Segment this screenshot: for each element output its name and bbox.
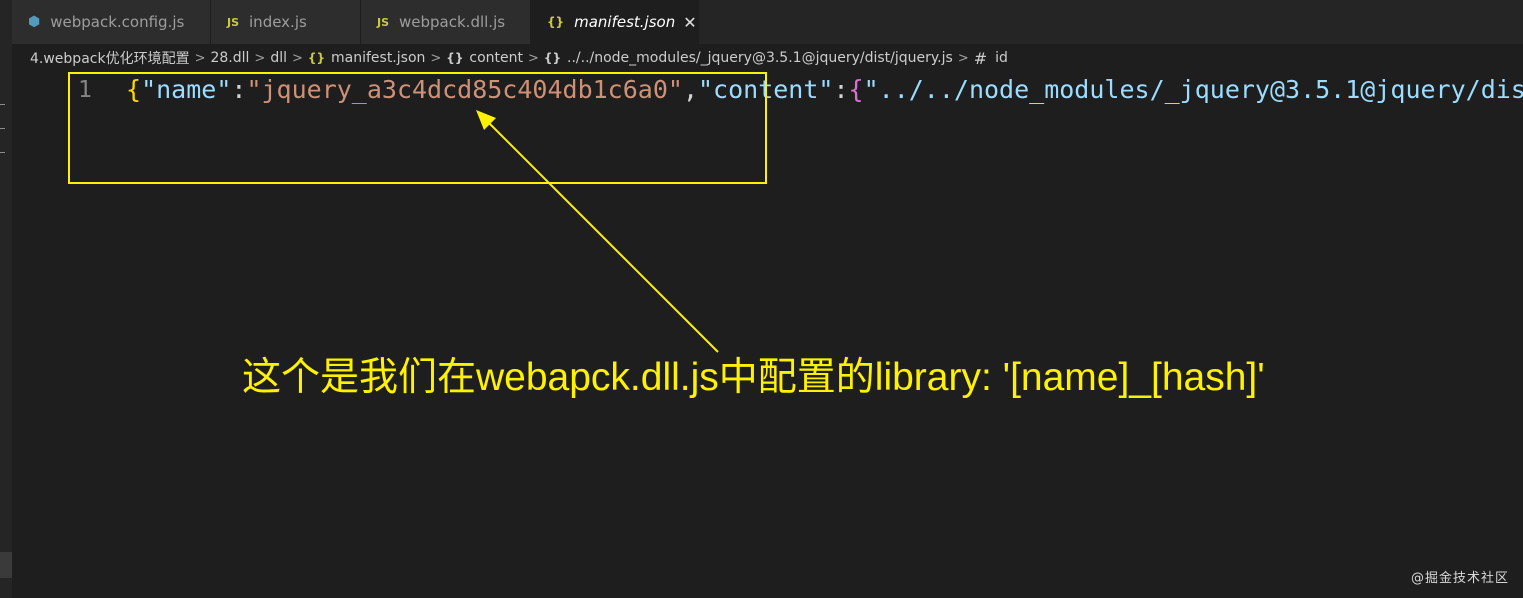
annotation-arrow — [476, 110, 719, 353]
annotation-text: 这个是我们在webapck.dll.js中配置的library: '[name]… — [242, 356, 1265, 399]
watermark: @掘金技术社区 — [1410, 571, 1509, 586]
vscode-window: ⬢ webpack.config.js JS index.js JS webpa… — [0, 0, 1523, 598]
